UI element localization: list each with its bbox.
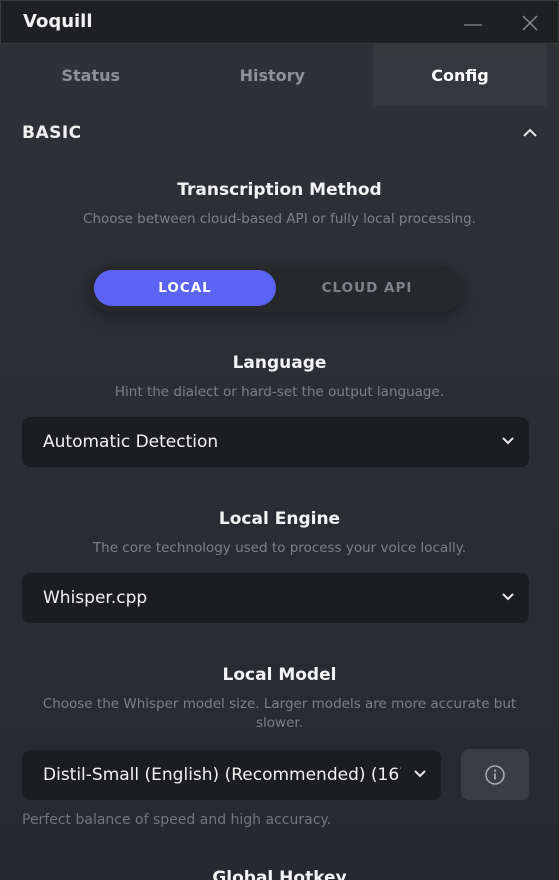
section-title: BASIC	[22, 123, 82, 143]
chevron-down-icon	[502, 593, 514, 601]
local-engine-select-value: Whisper.cpp	[43, 588, 148, 608]
local-engine-select[interactable]: Whisper.cpp	[22, 573, 529, 623]
chevron-down-icon	[414, 770, 426, 778]
chevron-down-icon	[502, 437, 514, 445]
app-title: Voquill	[23, 11, 93, 32]
global-hotkey-title: Global Hotkey	[212, 868, 347, 880]
model-info-button[interactable]	[461, 749, 529, 800]
tab-config[interactable]: Config	[373, 44, 547, 106]
local-engine-title: Local Engine	[218, 509, 341, 529]
minimize-icon	[464, 24, 482, 26]
close-icon	[522, 15, 538, 31]
language-description: Hint the dialect or hard-set the output …	[114, 384, 445, 400]
language-select[interactable]: Automatic Detection	[22, 417, 529, 467]
transcription-method-toggle: LOCAL CLOUD API	[89, 266, 463, 312]
tab-bar: Status History Config	[0, 44, 559, 106]
local-engine-description: The core technology used to process your…	[92, 540, 467, 556]
section-header-basic[interactable]: BASIC	[22, 120, 537, 146]
local-model-select[interactable]: Distil-Small (English) (Recommended) (16…	[22, 750, 441, 800]
local-model-title: Local Model	[222, 665, 337, 685]
tab-history[interactable]: History	[182, 44, 364, 106]
close-button[interactable]	[516, 9, 544, 37]
local-model-select-value: Distil-Small (English) (Recommended) (16…	[43, 765, 401, 785]
transcription-method-title: Transcription Method	[177, 180, 382, 200]
local-option-button[interactable]: LOCAL	[94, 270, 276, 306]
local-model-description: Choose the Whisper model size. Larger mo…	[42, 696, 517, 731]
transcription-method-description: Choose between cloud-based API or fully …	[83, 211, 476, 227]
chevron-up-icon	[523, 128, 537, 137]
local-model-hint: Perfect balance of speed and high accura…	[22, 812, 332, 828]
tab-status[interactable]: Status	[0, 44, 182, 106]
language-select-value: Automatic Detection	[43, 432, 219, 452]
minimize-button[interactable]	[459, 9, 487, 37]
language-title: Language	[232, 353, 327, 373]
info-icon	[485, 764, 505, 785]
cloud-api-option-button[interactable]: CLOUD API	[276, 270, 458, 306]
title-bar: Voquill	[0, 0, 559, 44]
